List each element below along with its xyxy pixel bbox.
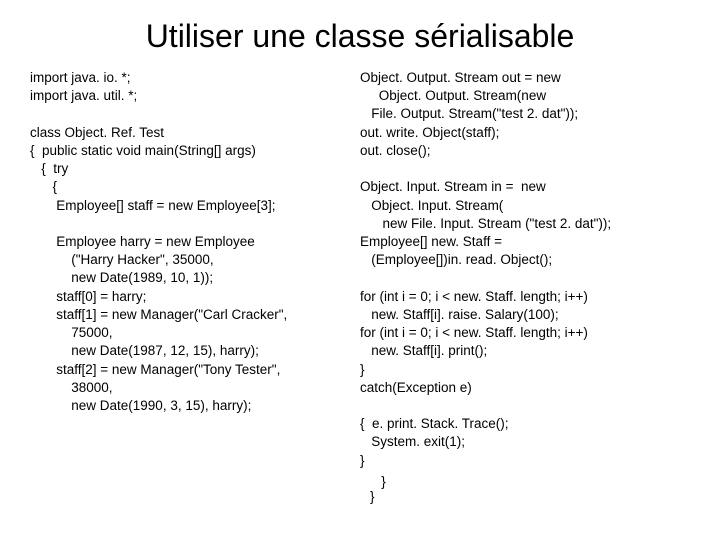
code-line: new Date(1989, 10, 1)); bbox=[30, 270, 213, 285]
code-line: } bbox=[370, 489, 375, 504]
code-line: out. close(); bbox=[360, 143, 431, 158]
code-line: staff[1] = new Manager("Carl Cracker", bbox=[30, 307, 287, 322]
method-read-object: read. Object bbox=[466, 252, 540, 267]
code-line: File. Output. Stream("test 2. dat")); bbox=[360, 106, 578, 121]
method-write-object: write. Object bbox=[386, 125, 461, 140]
code-left-column: import java. io. *; import java. util. *… bbox=[30, 69, 340, 470]
code-line: Object. Input. Stream( bbox=[360, 198, 503, 213]
code-line: { e. print. Stack. Trace(); bbox=[360, 416, 509, 431]
code-line: 38000, bbox=[30, 380, 113, 395]
code-line: new Date(1990, 3, 15), harry); bbox=[30, 398, 251, 413]
code-line: catch(Exception e) bbox=[360, 380, 472, 395]
code-line: Object. Output. Stream out = new bbox=[360, 70, 561, 85]
code-line: Employee[] new. Staff = bbox=[360, 234, 502, 249]
code-line: { try bbox=[30, 161, 68, 176]
code-line: import java. io. *; bbox=[30, 70, 131, 85]
code-line: { bbox=[30, 179, 57, 194]
code-line: new Date(1987, 12, 15), harry); bbox=[30, 343, 259, 358]
code-line: import java. util. *; bbox=[30, 88, 137, 103]
code-line: for (int i = 0; i < new. Staff. length; … bbox=[360, 289, 588, 304]
code-line: class Object. Ref. Test bbox=[30, 125, 164, 140]
code-line: (); bbox=[539, 252, 552, 267]
code-columns: import java. io. *; import java. util. *… bbox=[30, 69, 690, 470]
code-line: staff[2] = new Manager("Tony Tester", bbox=[30, 362, 280, 377]
code-line: (staff); bbox=[461, 125, 499, 140]
code-line: new. Staff[i]. raise. Salary(100); bbox=[360, 307, 559, 322]
code-line: } bbox=[370, 474, 386, 489]
slide: Utiliser une classe sérialisable import … bbox=[0, 0, 720, 540]
code-line: out. bbox=[360, 125, 386, 140]
code-line: (Employee[])in. bbox=[360, 252, 466, 267]
code-line: Employee harry = new Employee bbox=[30, 234, 255, 249]
code-line: staff[0] = harry; bbox=[30, 289, 146, 304]
closing-braces: } } bbox=[370, 474, 690, 504]
slide-title: Utiliser une classe sérialisable bbox=[30, 18, 690, 55]
code-line: { public static void main(String[] args) bbox=[30, 143, 256, 158]
code-line: Object. Input. Stream in = new bbox=[360, 179, 546, 194]
code-line: Employee[] staff = new Employee[3]; bbox=[30, 198, 276, 213]
code-line: for (int i = 0; i < new. Staff. length; … bbox=[360, 325, 588, 340]
code-right-column: Object. Output. Stream out = new Object.… bbox=[360, 69, 690, 470]
code-line: new. Staff[i]. print(); bbox=[360, 343, 487, 358]
code-line: new File. Input. Stream ("test 2. dat"))… bbox=[360, 216, 611, 231]
code-line: } bbox=[360, 453, 365, 468]
code-line: System. exit(1); bbox=[360, 434, 465, 449]
code-line: Object. Output. Stream(new bbox=[360, 88, 546, 103]
code-line: ("Harry Hacker", 35000, bbox=[30, 252, 214, 267]
code-line: 75000, bbox=[30, 325, 113, 340]
code-line: } bbox=[360, 362, 365, 377]
